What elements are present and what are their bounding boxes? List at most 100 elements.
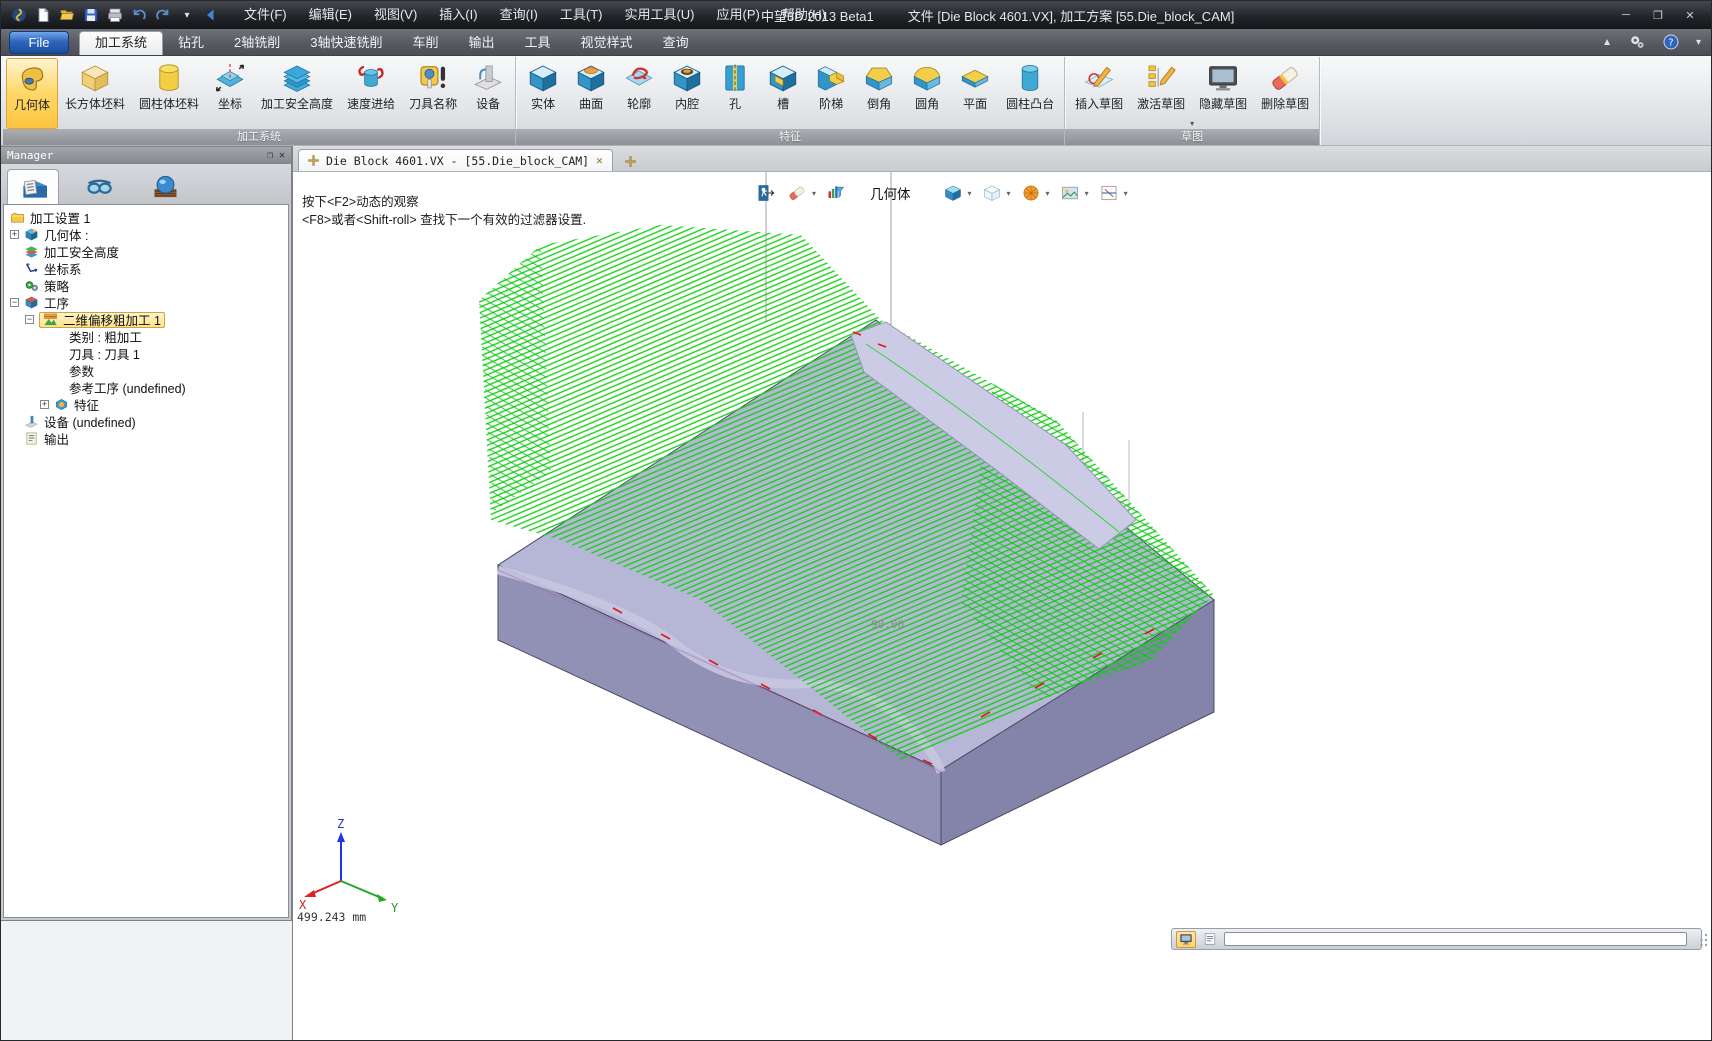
shaded-mode-icon[interactable] [942,182,964,204]
print-icon[interactable] [103,4,127,26]
tab-close-icon[interactable]: ✕ [596,154,603,167]
tree-item[interactable]: −二维偏移粗加工 1 [4,311,288,328]
manager-tab-visibility[interactable] [73,169,125,204]
ribbon-button-slot[interactable]: 槽 [759,58,807,129]
menu-item[interactable]: 帮助(H) [771,1,837,29]
tree-item[interactable]: 类别 : 粗加工 [4,328,288,345]
ribbon-button-layers[interactable]: 加工安全高度 [254,58,340,129]
ribbon-button-cavity[interactable]: 内腔 [663,58,711,129]
ribbon-tab[interactable]: 车削 [398,31,454,55]
ribbon-button-cylyellow[interactable]: 圆柱体坯料 [132,58,206,129]
menu-item[interactable]: 实用工具(U) [613,1,705,29]
wireframe-mode-icon[interactable] [981,182,1003,204]
filter-label[interactable]: 几何体 [870,183,911,203]
manager-header[interactable]: Manager ❐ ✕ [1,147,291,164]
tree-item[interactable]: 加工安全高度 [4,243,288,260]
tree-item[interactable]: +几何体 : [4,226,288,243]
ribbon-button-contour[interactable]: 轮廓 [615,58,663,129]
tree-expander-plus[interactable]: + [10,230,19,239]
tree-expander-minus[interactable]: − [25,315,34,324]
resize-grip[interactable] [1697,932,1709,948]
menu-item[interactable]: 应用(P) [706,1,771,29]
tree-expander-minus[interactable]: − [10,298,19,307]
minimize-button[interactable]: ─ [1615,7,1637,23]
eraser-dropdown-caret[interactable]: ▾ [812,189,816,198]
ribbon-tab[interactable]: 加工系统 [79,31,163,55]
ribbon-button-geom[interactable]: 几何体 [6,58,58,129]
wireframe-dropdown-caret[interactable]: ▾ [1007,189,1011,198]
ribbon-tab[interactable]: 工具 [510,31,566,55]
render-sphere-icon[interactable] [1020,182,1042,204]
background-image-icon[interactable] [1059,182,1081,204]
ribbon-button-toolname[interactable]: 刀具名称 [402,58,464,129]
new-file-icon[interactable] [31,4,55,26]
menu-item[interactable]: 编辑(E) [298,1,363,29]
ribbon-button-solid[interactable]: 实体 [519,58,567,129]
redo-icon[interactable] [151,4,175,26]
tree-item[interactable]: 坐标系 [4,260,288,277]
help-dropdown-icon[interactable]: ▾ [1696,37,1701,48]
ribbon-button-frame[interactable]: 坐标 [206,58,254,129]
save-icon[interactable] [79,4,103,26]
menu-item[interactable]: 文件(F) [233,1,298,29]
undo-icon[interactable] [127,4,151,26]
ribbon-tab[interactable]: 输出 [454,31,510,55]
background-dropdown-caret[interactable]: ▾ [1085,189,1089,198]
ribbon-button-skactivate[interactable]: 激活草图 [1130,58,1192,129]
viewport-3d[interactable]: 90.00 Z X Y 499.243 mm [293,172,1711,1041]
close-button[interactable]: ✕ [1679,7,1701,23]
ribbon-button-fillet[interactable]: 圆角 [903,58,951,129]
output-panel-toggle-icon[interactable] [1176,931,1196,948]
section-dropdown-caret[interactable]: ▾ [1124,189,1128,198]
ribbon-button-skdelete[interactable]: 删除草图 [1254,58,1316,129]
exit-pick-icon[interactable] [755,182,777,204]
ribbon-tab[interactable]: 3轴快速铣削 [295,31,397,55]
new-tab-icon[interactable] [625,156,636,167]
tree-expander-plus[interactable]: + [40,400,49,409]
tree-item[interactable]: −工序 [4,294,288,311]
maximize-button[interactable]: ❐ [1647,7,1669,23]
clear-filter-eraser-icon[interactable] [786,182,808,204]
open-file-icon[interactable] [55,4,79,26]
help-icon[interactable]: ? [1662,33,1680,51]
ribbon-button-plane[interactable]: 平面 [951,58,999,129]
tree-item[interactable]: 刀具 : 刀具 1 [4,345,288,362]
menu-item[interactable]: 插入(I) [428,1,488,29]
command-log-icon[interactable] [1200,931,1220,948]
ribbon-button-surface[interactable]: 曲面 [567,58,615,129]
render-dropdown-caret[interactable]: ▾ [1046,189,1050,198]
back-view-icon[interactable] [199,4,223,26]
ribbon-button-step[interactable]: 阶梯 [807,58,855,129]
collapse-ribbon-icon[interactable]: ▲ [1602,37,1612,48]
ribbon-tab[interactable]: 查询 [648,31,704,55]
manager-tab-render[interactable] [139,169,191,204]
ribbon-button-skhide[interactable]: 隐藏草图 [1192,58,1254,129]
group-more-caret[interactable]: ▾ [1190,120,1194,128]
ribbon-button-skinsert[interactable]: 插入草图 [1068,58,1130,129]
document-tab[interactable]: Die Block 4601.VX - [55.Die_block_CAM] ✕ [298,149,613,171]
menu-item[interactable]: 工具(T) [549,1,614,29]
command-input-field[interactable] [1224,932,1687,946]
ribbon-button-device[interactable]: 设备 [464,58,512,129]
filter-list-icon[interactable] [825,182,847,204]
tree-item[interactable]: 加工设置 1 [4,209,288,226]
tree-item[interactable]: 输出 [4,430,288,447]
ribbon-button-hole[interactable]: 孔 [711,58,759,129]
menu-item[interactable]: 查询(I) [489,1,549,29]
tree-item[interactable]: 策略 [4,277,288,294]
panel-restore-icon[interactable]: ❐ [267,150,273,161]
section-view-icon[interactable] [1098,182,1120,204]
ribbon-button-chamfer[interactable]: 倒角 [855,58,903,129]
ribbon-button-stockbox[interactable]: 长方体坯料 [58,58,132,129]
manager-tab-cam-tree[interactable] [7,169,59,204]
tree-item[interactable]: +特征 [4,396,288,413]
menu-item[interactable]: 视图(V) [363,1,428,29]
file-menu-button[interactable]: File [9,31,69,54]
ribbon-tab[interactable]: 视觉样式 [566,31,648,55]
ribbon-button-speed[interactable]: 速度进给 [340,58,402,129]
settings-gear-icon[interactable] [1628,33,1646,51]
ribbon-button-boss[interactable]: 圆柱凸台 [999,58,1061,129]
shaded-dropdown-caret[interactable]: ▾ [968,189,972,198]
panel-close-icon[interactable]: ✕ [279,150,285,161]
tree-item[interactable]: 参数 [4,362,288,379]
